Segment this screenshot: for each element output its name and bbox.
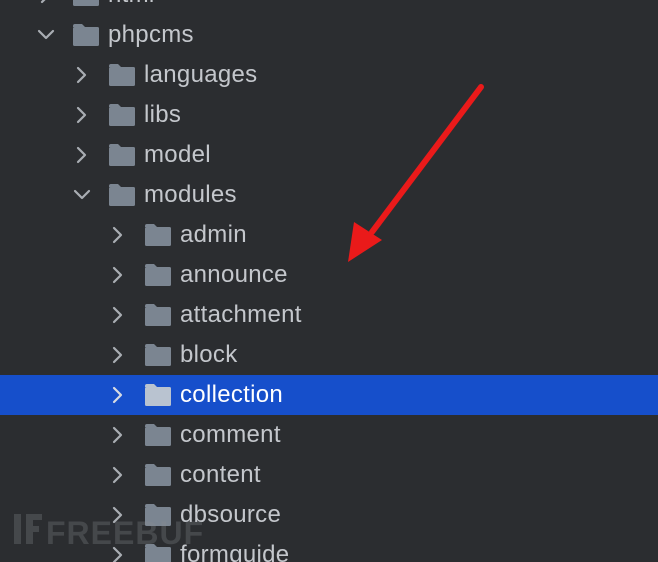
chevron-right-icon[interactable] [108, 545, 128, 562]
tree-item-content[interactable]: content [0, 455, 658, 495]
folder-icon [145, 344, 171, 366]
tree-item-label: phpcms [108, 21, 194, 48]
folder-icon [73, 0, 99, 6]
tree-item-phpcms[interactable]: phpcms [0, 15, 658, 55]
folder-icon [109, 144, 135, 166]
tree-item-label: collection [180, 381, 284, 408]
folder-icon [145, 544, 171, 562]
tree-item-label: formguide [180, 541, 290, 562]
chevron-right-icon[interactable] [72, 105, 92, 125]
tree-item-languages[interactable]: languages [0, 55, 658, 95]
tree-item-attachment[interactable]: attachment [0, 295, 658, 335]
folder-icon [145, 424, 171, 446]
tree-item-modules[interactable]: modules [0, 175, 658, 215]
project-tree: html phpcms languages libs model modules admin… [0, 0, 658, 562]
chevron-right-icon[interactable] [72, 65, 92, 85]
chevron-down-icon[interactable] [72, 185, 92, 205]
tree-item-collection[interactable]: collection [0, 375, 658, 415]
tree-item-label: libs [144, 101, 182, 128]
folder-icon [145, 264, 171, 286]
tree-item-label: languages [144, 61, 258, 88]
chevron-down-icon[interactable] [36, 25, 56, 45]
folder-icon [73, 24, 99, 46]
chevron-right-icon[interactable] [108, 265, 128, 285]
tree-item-label: block [180, 341, 238, 368]
tree-item-comment[interactable]: comment [0, 415, 658, 455]
folder-icon [109, 184, 135, 206]
folder-icon [109, 64, 135, 86]
folder-icon [145, 384, 171, 406]
chevron-right-icon[interactable] [108, 225, 128, 245]
tree-item-label: admin [180, 221, 247, 248]
tree-item-label: modules [144, 181, 237, 208]
tree-item-html[interactable]: html [0, 0, 658, 15]
tree-item-label: content [180, 461, 261, 488]
tree-item-formguide[interactable]: formguide [0, 535, 658, 562]
folder-icon [145, 304, 171, 326]
tree-item-label: attachment [180, 301, 302, 328]
chevron-right-icon[interactable] [72, 145, 92, 165]
chevron-right-icon[interactable] [36, 0, 56, 5]
tree-item-label: announce [180, 261, 288, 288]
chevron-right-icon[interactable] [108, 345, 128, 365]
chevron-right-icon[interactable] [108, 385, 128, 405]
folder-icon [145, 464, 171, 486]
chevron-right-icon[interactable] [108, 305, 128, 325]
tree-item-label: comment [180, 421, 281, 448]
tree-item-model[interactable]: model [0, 135, 658, 175]
chevron-right-icon[interactable] [108, 425, 128, 445]
tree-item-label: model [144, 141, 211, 168]
tree-item-libs[interactable]: libs [0, 95, 658, 135]
tree-item-block[interactable]: block [0, 335, 658, 375]
tree-item-admin[interactable]: admin [0, 215, 658, 255]
folder-icon [109, 104, 135, 126]
tree-item-label: html [108, 0, 155, 9]
tree-item-label: dbsource [180, 501, 282, 528]
tree-item-announce[interactable]: announce [0, 255, 658, 295]
tree-item-dbsource[interactable]: dbsource [0, 495, 658, 535]
folder-icon [145, 224, 171, 246]
chevron-right-icon[interactable] [108, 465, 128, 485]
folder-icon [145, 504, 171, 526]
chevron-right-icon[interactable] [108, 505, 128, 525]
